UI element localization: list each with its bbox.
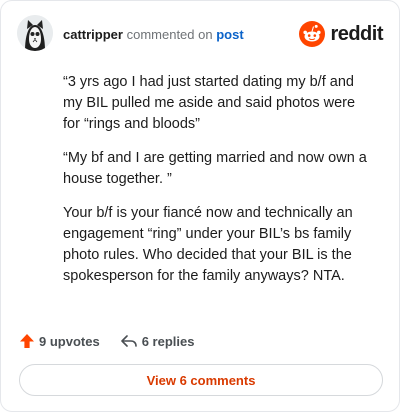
reddit-wordmark: reddit: [330, 23, 383, 45]
avatar-cat-icon: [17, 15, 53, 51]
reddit-logo[interactable]: reddit: [299, 21, 383, 47]
reply-arrow-icon: [120, 335, 137, 347]
view-comments-button[interactable]: View 6 comments: [19, 364, 383, 396]
reddit-snoo-icon: [299, 21, 326, 47]
comment-body: “3 yrs ago I had just started dating my …: [63, 72, 373, 300]
reply-count-label: 6 replies: [141, 333, 195, 349]
comment-header: cattripper commented on post reddit: [17, 15, 383, 53]
user-avatar[interactable]: [17, 15, 53, 51]
upvote-button[interactable]: 9 upvotes: [19, 333, 100, 349]
comment-card: cattripper commented on post reddit “3 y…: [0, 0, 400, 412]
action-text: commented on: [126, 27, 213, 42]
upvote-arrow-icon: [20, 334, 34, 348]
username-link[interactable]: cattripper: [63, 27, 123, 42]
replies-button[interactable]: 6 replies: [120, 333, 195, 349]
comment-paragraph: Your b/f is your fiancé now and technica…: [63, 205, 353, 284]
comment-paragraph: “My bf and I are getting married and now…: [63, 150, 367, 187]
comment-actions: 9 upvotes 6 replies: [19, 331, 194, 351]
post-link[interactable]: post: [216, 27, 243, 42]
upvote-count-label: 9 upvotes: [39, 333, 100, 349]
comment-meta: cattripper commented on post: [63, 27, 244, 43]
comment-paragraph: “3 yrs ago I had just started dating my …: [63, 74, 356, 132]
